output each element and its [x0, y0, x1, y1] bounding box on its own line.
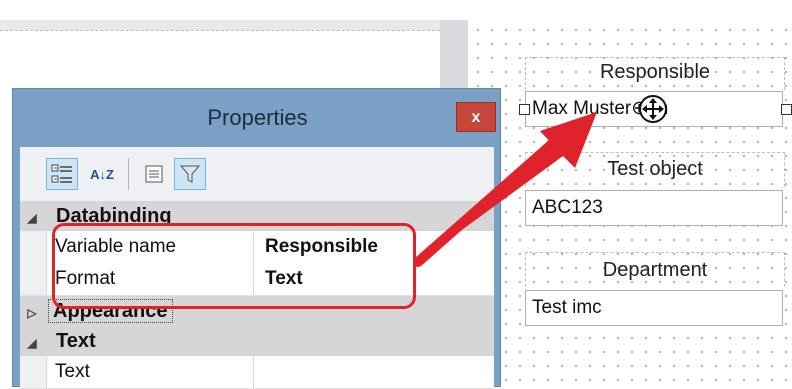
move-cursor-icon	[639, 95, 667, 123]
annotation-arrow-icon	[413, 112, 597, 267]
